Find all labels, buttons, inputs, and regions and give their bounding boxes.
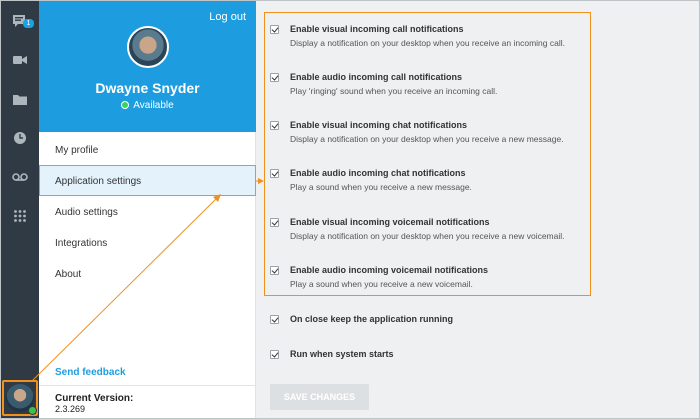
sidebar-footer: Send feedback Current Version: 2.3.269 <box>39 362 256 418</box>
checkbox[interactable] <box>270 350 279 359</box>
folder-icon[interactable] <box>1 87 39 111</box>
menu-item-audio-settings[interactable]: Audio settings <box>39 197 256 228</box>
version-number: 2.3.269 <box>55 404 86 414</box>
unread-badge: 1 <box>23 19 34 28</box>
available-dot-icon <box>121 101 130 109</box>
presence-status[interactable]: Available <box>39 100 256 111</box>
checkbox[interactable] <box>270 73 279 82</box>
setting-title: Enable visual incoming chat notification… <box>290 120 468 130</box>
dialpad-icon[interactable] <box>1 204 39 228</box>
menu-item-integrations[interactable]: Integrations <box>39 228 256 259</box>
menu-item-about[interactable]: About <box>39 259 256 290</box>
notification-settings-highlight <box>264 12 591 296</box>
checkbox[interactable] <box>270 315 279 324</box>
setting-title: Enable audio incoming call notifications <box>290 72 463 82</box>
version-label: Current Version: <box>55 393 134 404</box>
setting-title: Enable audio incoming voicemail notifica… <box>290 265 489 275</box>
checkbox[interactable] <box>270 266 279 275</box>
setting-title: Run when system starts <box>290 349 394 359</box>
setting-title: Enable visual incoming call notification… <box>290 24 464 34</box>
setting-description: Play 'ringing' sound when you receive an… <box>290 86 498 96</box>
icon-rail: 1 <box>1 1 39 418</box>
setting-title: On close keep the application running <box>290 314 454 324</box>
menu-item-my-profile[interactable]: My profile <box>39 135 256 166</box>
setting-description: Display a notification on your desktop w… <box>290 134 564 144</box>
menu-item-application-settings[interactable]: Application settings <box>39 165 256 196</box>
online-status-dot <box>28 406 37 415</box>
setting-description: Display a notification on your desktop w… <box>290 231 565 241</box>
setting-title: Enable audio incoming chat notifications <box>290 168 466 178</box>
logout-link[interactable]: Log out <box>209 11 246 23</box>
status-label: Available <box>133 100 174 111</box>
rail-avatar-button[interactable] <box>2 380 38 416</box>
user-name: Dwayne Snyder <box>95 80 200 96</box>
checkbox[interactable] <box>270 218 279 227</box>
clock-icon[interactable] <box>1 126 39 150</box>
checkbox[interactable] <box>270 121 279 130</box>
send-feedback-link[interactable]: Send feedback <box>55 367 126 378</box>
checkbox[interactable] <box>270 25 279 34</box>
setting-title: Enable visual incoming voicemail notific… <box>290 217 490 227</box>
profile-avatar <box>127 26 169 68</box>
settings-menu: My profile Application settings Audio se… <box>39 132 256 362</box>
video-icon[interactable] <box>1 48 39 72</box>
profile-header: Log out Dwayne Snyder Available <box>39 1 256 132</box>
setting-description: Play a sound when you receive a new voic… <box>290 279 473 289</box>
setting-description: Play a sound when you receive a new mess… <box>290 182 472 192</box>
setting-description: Display a notification on your desktop w… <box>290 38 565 48</box>
voicemail-icon[interactable] <box>1 165 39 189</box>
divider <box>39 385 256 386</box>
checkbox[interactable] <box>270 169 279 178</box>
save-changes-button[interactable]: SAVE CHANGES <box>270 384 369 410</box>
